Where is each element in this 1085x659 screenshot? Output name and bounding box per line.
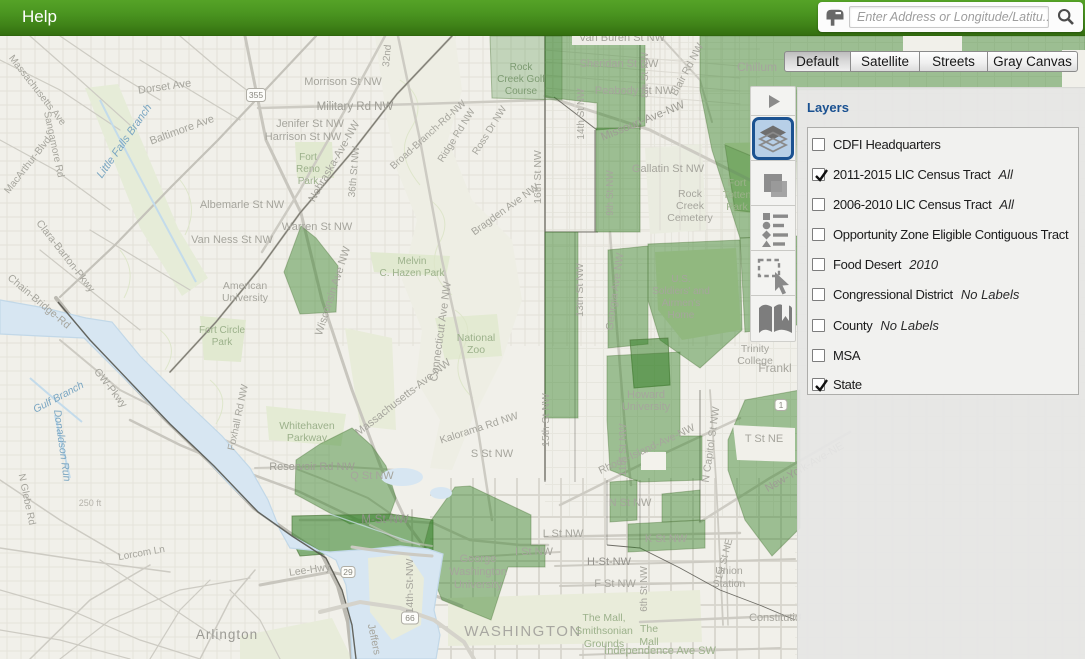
svg-text:Union: Union xyxy=(715,565,743,577)
svg-text:University: University xyxy=(222,292,269,304)
svg-text:Park: Park xyxy=(212,337,234,348)
svg-text:American: American xyxy=(223,280,268,292)
svg-text:Station: Station xyxy=(713,578,746,590)
svg-text:Fort Circle: Fort Circle xyxy=(199,325,246,336)
svg-text:Home: Home xyxy=(668,310,695,321)
svg-text:29: 29 xyxy=(343,567,353,577)
svg-text:L St NW: L St NW xyxy=(543,528,584,540)
svg-text:N St NW: N St NW xyxy=(609,497,652,509)
svg-text:Rock: Rock xyxy=(510,62,534,73)
svg-text:U.S.: U.S. xyxy=(671,274,690,285)
svg-text:Creek: Creek xyxy=(676,200,705,212)
svg-text:66: 66 xyxy=(405,613,415,623)
svg-text:Chillum: Chillum xyxy=(737,60,777,74)
svg-text:Cemetery: Cemetery xyxy=(667,212,713,224)
svg-text:Fort: Fort xyxy=(728,177,747,189)
svg-text:University: University xyxy=(622,401,671,413)
svg-text:Van Ness St NW: Van Ness St NW xyxy=(191,234,273,246)
svg-text:Q St NW: Q St NW xyxy=(350,470,394,482)
svg-text:Peabody St NW: Peabody St NW xyxy=(595,85,674,97)
svg-text:Albemarle St NW: Albemarle St NW xyxy=(200,199,285,211)
svg-text:Washington: Washington xyxy=(449,566,507,578)
svg-text:Arlington: Arlington xyxy=(196,627,258,642)
svg-text:Melvin: Melvin xyxy=(398,256,427,267)
svg-text:13th St NW: 13th St NW xyxy=(574,263,586,317)
svg-text:H-St-NW: H-St-NW xyxy=(587,556,632,568)
svg-text:Howard: Howard xyxy=(627,389,665,401)
svg-text:Smithsonian: Smithsonian xyxy=(575,625,633,637)
svg-text:I St NW: I St NW xyxy=(515,546,554,558)
svg-text:14th St NW: 14th St NW xyxy=(576,88,587,140)
svg-text:F St NW: F St NW xyxy=(594,578,636,590)
svg-text:6th St NW: 6th St NW xyxy=(639,566,650,612)
svg-text:Trinity: Trinity xyxy=(741,343,770,355)
svg-text:Harrison St NW: Harrison St NW xyxy=(265,131,342,143)
svg-text:Warren St NW: Warren St NW xyxy=(282,221,353,233)
svg-text:T St NE: T St NE xyxy=(745,433,783,445)
svg-text:S St NW: S St NW xyxy=(471,448,514,460)
svg-text:Totten: Totten xyxy=(723,189,752,201)
svg-text:Jenifer St NW: Jenifer St NW xyxy=(276,118,344,130)
svg-text:Parkway: Parkway xyxy=(287,432,328,444)
svg-text:C. Hazen Park: C. Hazen Park xyxy=(379,268,445,279)
svg-text:Rock: Rock xyxy=(678,188,703,200)
svg-text:WASHINGTON: WASHINGTON xyxy=(464,623,582,640)
svg-text:355: 355 xyxy=(249,90,263,100)
svg-text:8th St NW: 8th St NW xyxy=(640,52,651,98)
svg-text:University: University xyxy=(454,579,503,591)
svg-text:Course: Course xyxy=(505,86,538,97)
svg-text:Creek Golf: Creek Golf xyxy=(497,74,545,85)
svg-text:Fort: Fort xyxy=(299,152,317,163)
svg-text:16th St NW: 16th St NW xyxy=(532,150,544,204)
svg-text:250 ft: 250 ft xyxy=(79,498,102,508)
svg-text:M-St-NW: M-St-NW xyxy=(361,514,408,526)
svg-text:Frankl: Frankl xyxy=(758,361,791,375)
svg-text:15th St NW: 15th St NW xyxy=(540,393,552,447)
svg-text:32nd: 32nd xyxy=(381,44,394,67)
svg-text:Whitehaven: Whitehaven xyxy=(279,420,335,432)
svg-text:Independence Ave SW: Independence Ave SW xyxy=(604,645,716,657)
svg-text:1: 1 xyxy=(779,400,784,410)
svg-text:Gallatin St NW: Gallatin St NW xyxy=(632,163,705,175)
svg-text:Constitutio: Constitutio xyxy=(749,612,801,624)
svg-text:Reservoir Rd NW: Reservoir Rd NW xyxy=(269,461,355,473)
svg-text:The Mall,: The Mall, xyxy=(582,612,625,624)
svg-text:Morrison St NW: Morrison St NW xyxy=(304,76,382,88)
svg-text:Military Rd NW: Military Rd NW xyxy=(317,101,394,113)
svg-text:Airmen's: Airmen's xyxy=(662,298,701,309)
svg-text:9th St NW: 9th St NW xyxy=(605,170,616,216)
svg-text:George: George xyxy=(460,553,497,565)
svg-text:Zoo: Zoo xyxy=(467,344,485,356)
svg-text:National: National xyxy=(457,332,496,344)
svg-text:The: The xyxy=(640,623,658,635)
svg-text:14th-St-NW: 14th-St-NW xyxy=(404,558,416,613)
svg-text:Park: Park xyxy=(726,201,748,213)
svg-text:K St NW: K St NW xyxy=(645,533,688,545)
svg-text:Reno: Reno xyxy=(296,164,320,175)
svg-text:Soldiers' and: Soldiers' and xyxy=(652,286,710,297)
